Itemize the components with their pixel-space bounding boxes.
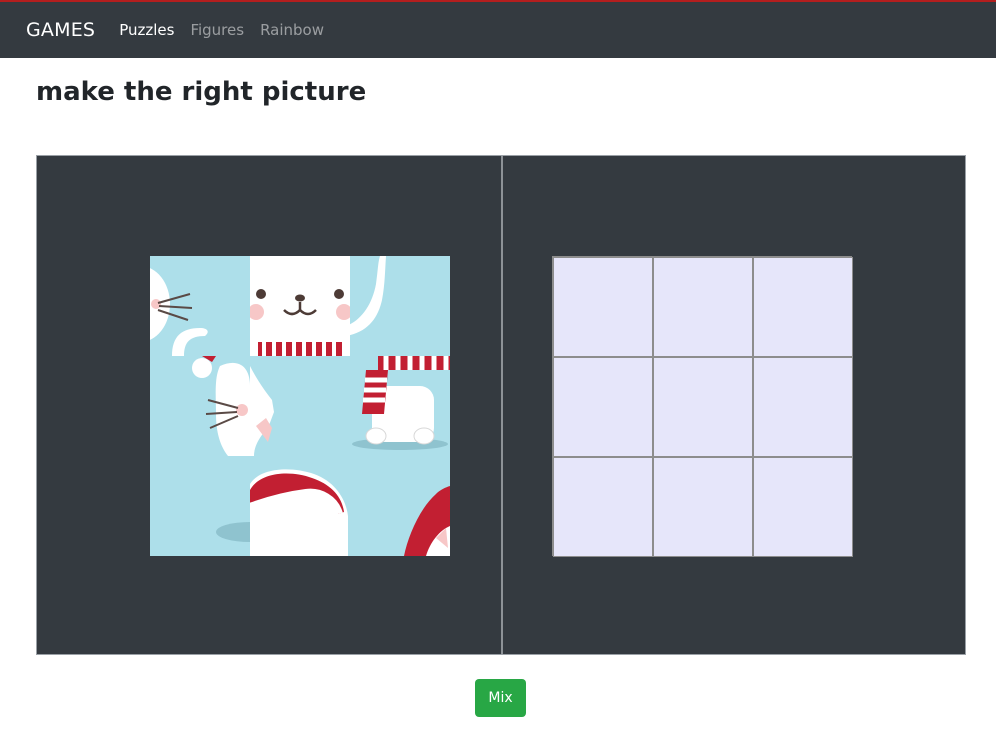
- puzzle-piece[interactable]: [150, 456, 250, 556]
- nav-rainbow[interactable]: Rainbow: [260, 21, 324, 39]
- drop-slot[interactable]: [553, 457, 653, 557]
- drop-slot[interactable]: [553, 357, 653, 457]
- brand-logo[interactable]: GAMES: [26, 19, 95, 41]
- page-title: make the right picture: [36, 77, 367, 107]
- puzzle-piece[interactable]: [250, 256, 350, 356]
- puzzle-piece[interactable]: [250, 356, 350, 456]
- drop-slot[interactable]: [753, 257, 853, 357]
- puzzle-piece[interactable]: [150, 356, 250, 456]
- puzzle-piece[interactable]: [350, 456, 450, 556]
- drop-slot[interactable]: [653, 357, 753, 457]
- puzzle-piece[interactable]: [350, 256, 450, 356]
- drop-slot[interactable]: [753, 457, 853, 557]
- game-board: [36, 155, 966, 655]
- puzzle-piece[interactable]: [250, 456, 350, 556]
- puzzle-piece[interactable]: [150, 256, 250, 356]
- puzzle-piece[interactable]: [350, 356, 450, 456]
- nav-puzzles[interactable]: Puzzles: [119, 21, 174, 39]
- top-navbar: GAMES Puzzles Figures Rainbow: [0, 0, 996, 58]
- drop-slot[interactable]: [553, 257, 653, 357]
- drop-slot[interactable]: [753, 357, 853, 457]
- shuffled-puzzle: [150, 256, 450, 556]
- nav-figures[interactable]: Figures: [190, 21, 244, 39]
- mix-button[interactable]: Mix: [475, 679, 526, 717]
- target-grid: [552, 256, 853, 557]
- board-divider: [501, 156, 503, 654]
- drop-slot[interactable]: [653, 457, 753, 557]
- drop-slot[interactable]: [653, 257, 753, 357]
